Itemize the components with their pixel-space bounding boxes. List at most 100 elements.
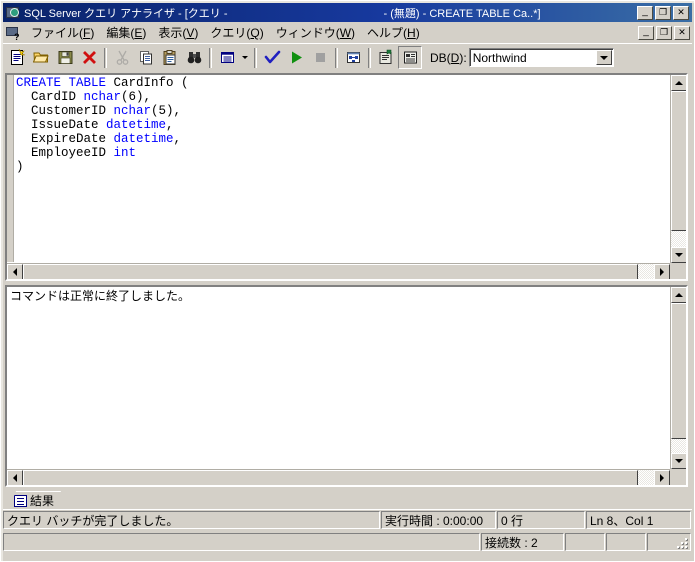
templates-icon[interactable] [398, 46, 422, 69]
results-horizontal-scrollbar[interactable] [7, 469, 670, 485]
stop-icon [308, 46, 332, 69]
editor-scroll-left-button[interactable] [7, 264, 23, 279]
menu-file-pre: ファイル( [31, 26, 83, 40]
execute-play-icon[interactable] [284, 46, 308, 69]
menu-query-pre: クエリ( [210, 26, 251, 40]
child-close-button[interactable]: ✕ [674, 25, 690, 40]
window-title-suffix: - (無題) - CREATE TABLE Ca..*] [383, 7, 541, 20]
results-scroll-up-button[interactable] [671, 287, 686, 303]
status-row-count: 0 行 [497, 511, 585, 529]
new-query-icon[interactable] [5, 46, 29, 69]
mdi-child-controls: _ ❐ ✕ [638, 25, 692, 40]
find-icon[interactable] [182, 46, 206, 69]
sql-editor-pane: CREATE TABLE CardInfo ( CardID nchar(6),… [5, 73, 688, 281]
editor-vscroll-thumb[interactable] [671, 91, 686, 231]
object-browser-icon[interactable] [374, 46, 398, 69]
mdi-document-icon[interactable]: ? [5, 25, 22, 41]
editor-scroll-right-button[interactable] [654, 264, 670, 279]
code-token: datetime [106, 118, 167, 132]
db-label: DB(D): [430, 51, 467, 65]
menu-window-pre: ウィンドウ( [275, 26, 340, 40]
db-label-pre: DB( [430, 50, 451, 65]
editor-scroll-corner [670, 263, 686, 279]
window-title: SQL Server クエリ アナライザ - [クエリ - - (無題) - C… [24, 5, 541, 21]
code-token: datetime [113, 132, 174, 146]
menu-view-post: ) [194, 26, 199, 40]
results-scroll-right-button[interactable] [654, 470, 670, 485]
paste-icon[interactable] [158, 46, 182, 69]
child-close-icon: ✕ [678, 27, 686, 37]
grid-results-icon [14, 495, 27, 507]
close-button[interactable]: ✕ [673, 5, 689, 20]
open-file-icon[interactable] [29, 46, 53, 69]
code-token: CardInfo ( [106, 76, 189, 90]
editor-scroll-up-button[interactable] [671, 75, 686, 91]
code-token: , [166, 118, 174, 132]
results-pane: コマンドは正常に終了しました。 [5, 285, 688, 487]
menu-item-window[interactable]: ウィンドウ(W) [270, 22, 361, 43]
status-field-a [565, 533, 605, 551]
window-controls: _ ❐ ✕ [637, 5, 690, 20]
code-token: (6), [121, 90, 152, 104]
clear-window-icon[interactable] [77, 46, 101, 69]
query-analyzer-icon [5, 5, 21, 21]
child-restore-icon: ❐ [659, 27, 669, 37]
results-mode-dropdown-arrow[interactable] [239, 46, 251, 69]
code-token: ExpireDate [16, 132, 114, 146]
sql-editor-text[interactable]: CREATE TABLE CardInfo ( CardID nchar(6),… [16, 76, 669, 262]
editor-vertical-scrollbar[interactable] [670, 75, 686, 263]
menu-help-acc: H [407, 26, 416, 40]
editor-scroll-down-button[interactable] [671, 247, 686, 263]
status-message: クエリ バッチが完了しました。 [3, 511, 380, 529]
results-tabstrip: 結果 [3, 491, 692, 511]
results-vscroll-thumb[interactable] [671, 303, 686, 439]
status-exec-time: 実行時間 : 0:00:00 [381, 511, 496, 529]
code-token: int [113, 146, 137, 160]
toolbar-separator-5 [368, 47, 371, 68]
child-minimize-button[interactable]: _ [638, 25, 654, 40]
menu-item-help[interactable]: ヘルプ(H) [361, 22, 426, 43]
chevron-down-icon[interactable] [595, 50, 612, 65]
parse-check-icon[interactable] [260, 46, 284, 69]
editor-hscroll-thumb[interactable] [23, 264, 638, 279]
toolbar-separator-2 [209, 47, 212, 68]
menu-item-edit[interactable]: 編集(E) [100, 22, 152, 43]
execution-plan-icon[interactable] [341, 46, 365, 69]
menu-query-post: ) [259, 26, 264, 40]
code-token: EmployeeID [16, 146, 114, 160]
redacted-server-name [231, 7, 381, 18]
cut-icon [110, 46, 134, 69]
code-token: IssueDate [16, 118, 107, 132]
menu-item-query[interactable]: クエリ(Q) [204, 22, 269, 43]
results-message: コマンドは正常に終了しました。 [10, 289, 191, 303]
results-scroll-down-button[interactable] [671, 453, 686, 469]
code-token: , [173, 132, 182, 146]
menu-item-view[interactable]: 表示(V) [152, 22, 204, 43]
minimize-button[interactable]: _ [637, 5, 653, 20]
editor-horizontal-scrollbar[interactable] [7, 263, 670, 279]
main-toolbar: DB(D): Northwind [3, 43, 692, 71]
results-hscroll-thumb[interactable] [23, 470, 638, 485]
menu-view-pre: 表示( [158, 26, 187, 40]
results-vertical-scrollbar[interactable] [670, 287, 686, 469]
query-analyzer-window: SQL Server クエリ アナライザ - [クエリ - - (無題) - C… [0, 0, 695, 562]
menu-window-post: ) [351, 26, 356, 40]
results-mode-icon[interactable] [215, 46, 239, 69]
menu-window-acc: W [339, 26, 352, 40]
database-combobox[interactable]: Northwind [468, 48, 614, 67]
copy-icon[interactable] [134, 46, 158, 69]
close-icon: ✕ [677, 7, 685, 17]
code-token: nchar [113, 104, 152, 118]
child-restore-button[interactable]: ❐ [656, 25, 672, 40]
menu-help-pre: ヘルプ( [367, 26, 408, 40]
tab-results[interactable]: 結果 [9, 491, 61, 509]
toolbar-separator [104, 47, 107, 68]
database-value: Northwind [472, 50, 527, 65]
maximize-button[interactable]: ❐ [655, 5, 671, 20]
menu-item-file[interactable]: ファイル(F) [25, 22, 100, 43]
results-scroll-left-button[interactable] [7, 470, 23, 485]
mdi-client-area: CREATE TABLE CardInfo ( CardID nchar(6),… [3, 71, 692, 491]
toolbar-separator-4 [335, 47, 338, 68]
save-query-icon[interactable] [53, 46, 77, 69]
code-token: CustomerID [16, 104, 114, 118]
